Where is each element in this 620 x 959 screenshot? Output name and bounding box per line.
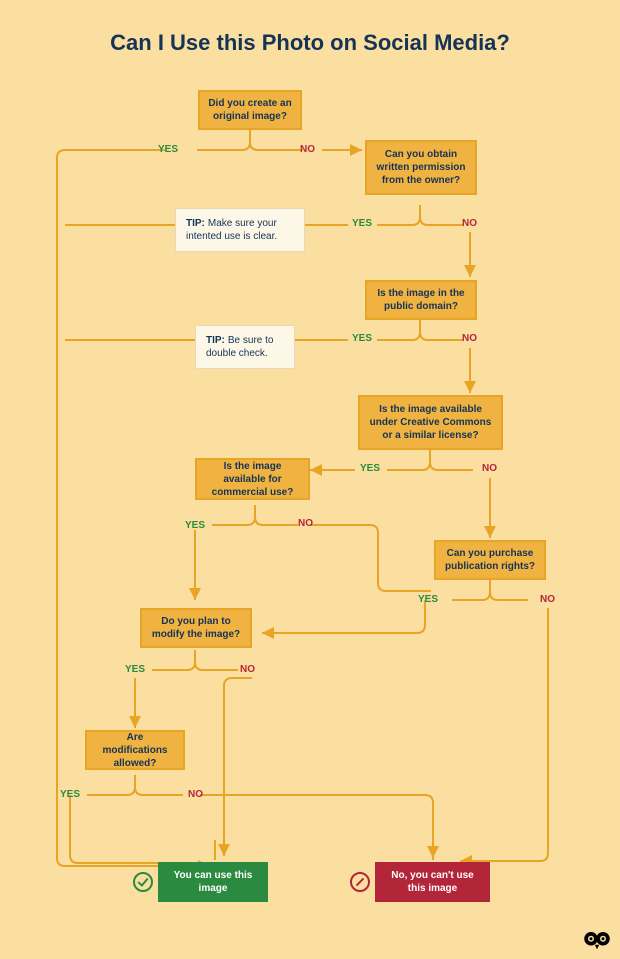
label-yes: YES <box>418 594 438 605</box>
tip-public: TIP:Be sure to double check. <box>195 325 295 369</box>
node-purchase: Can you purchase publication rights? <box>434 540 546 580</box>
label-no: NO <box>462 218 477 229</box>
label-yes: YES <box>185 520 205 531</box>
node-modallowed: Are modifications allowed? <box>85 730 185 770</box>
node-commercial: Is the image available for commercial us… <box>195 458 310 500</box>
label-no: NO <box>240 664 255 675</box>
label-yes: YES <box>158 144 178 155</box>
label-yes: YES <box>125 664 145 675</box>
flowchart-canvas: Can I Use this Photo on Social Media? <box>0 0 620 959</box>
node-create: Did you create an original image? <box>198 90 302 130</box>
label-yes: YES <box>352 218 372 229</box>
tip-permission: TIP:Make sure your intented use is clear… <box>175 208 305 252</box>
label-yes: YES <box>360 463 380 474</box>
owl-logo-icon <box>582 929 612 953</box>
result-yes: You can use this image <box>158 862 268 902</box>
chart-title: Can I Use this Photo on Social Media? <box>0 30 620 56</box>
label-no: NO <box>188 789 203 800</box>
label-no: NO <box>462 333 477 344</box>
label-yes: YES <box>60 789 80 800</box>
label-no: NO <box>300 144 315 155</box>
node-public: Is the image in the public domain? <box>365 280 477 320</box>
label-no: NO <box>482 463 497 474</box>
check-icon <box>133 872 153 892</box>
prohibited-icon <box>350 872 370 892</box>
result-no: No, you can't use this image <box>375 862 490 902</box>
label-no: NO <box>540 594 555 605</box>
label-yes: YES <box>352 333 372 344</box>
node-cc: Is the image available under Creative Co… <box>358 395 503 450</box>
label-no: NO <box>298 518 313 529</box>
node-permission: Can you obtain written permission from t… <box>365 140 477 195</box>
node-modify: Do you plan to modify the image? <box>140 608 252 648</box>
